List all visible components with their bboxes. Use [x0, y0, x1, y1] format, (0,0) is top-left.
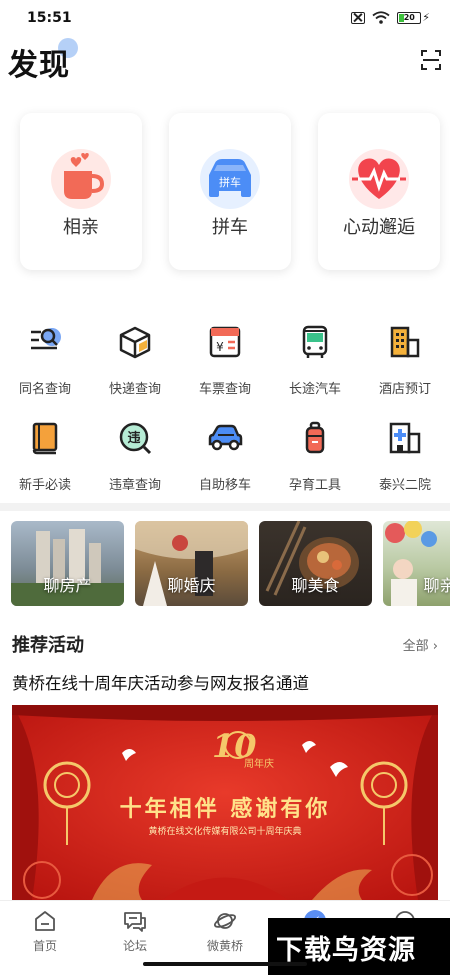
header: 发现: [0, 38, 450, 88]
wifi-icon: [372, 11, 390, 24]
tab-label: 微黄桥: [206, 939, 243, 953]
page-title: 发现: [8, 48, 70, 83]
topic-label: 聊亲: [423, 576, 450, 595]
service-baby-tools[interactable]: 孕育工具: [270, 414, 360, 494]
service-name-search[interactable]: 同名查询: [0, 318, 90, 398]
hospital-icon: [389, 422, 421, 454]
anniversary-logo: 10 周年庆: [208, 719, 274, 783]
book-icon: [32, 422, 58, 455]
feature-card-dating[interactable]: 相亲: [20, 113, 142, 270]
status-icons: 20 ⚡: [351, 11, 430, 24]
recommend-section-header: 推荐活动 全部 ›: [0, 625, 450, 661]
service-label: 违章查询: [108, 478, 161, 493]
service-hospital[interactable]: 泰兴二院: [360, 414, 450, 494]
tab-forum[interactable]: 论坛: [90, 901, 180, 961]
topic-label: 聊美食: [291, 576, 340, 595]
view-all-link[interactable]: 全部 ›: [403, 635, 438, 654]
service-express[interactable]: 快递查询: [90, 318, 180, 398]
anniversary-text: 周年庆: [244, 759, 274, 770]
charging-icon: ⚡: [422, 11, 430, 24]
package-icon: [119, 326, 151, 359]
topic-cards: 聊房产 聊婚庆 聊美食 聊亲: [0, 521, 450, 607]
service-move-car[interactable]: 自助移车: [180, 414, 270, 494]
topic-card-dating[interactable]: 聊亲: [383, 521, 450, 606]
topic-card-real-estate[interactable]: 聊房产: [11, 521, 124, 606]
forum-icon: [124, 912, 146, 932]
section-divider: [0, 503, 450, 511]
tab-label: 论坛: [122, 939, 147, 953]
section-title: 推荐活动: [12, 635, 84, 656]
topic-label: 聊婚庆: [167, 576, 216, 595]
service-label: 酒店预订: [378, 382, 431, 397]
svg-text:¥: ¥: [216, 340, 224, 354]
baby-bottle-icon: [305, 421, 325, 454]
topic-card-wedding[interactable]: 聊婚庆: [135, 521, 248, 606]
bus-icon: [302, 325, 328, 358]
battery-indicator: 20 ⚡: [397, 11, 430, 24]
feature-label: 相亲: [63, 217, 99, 238]
service-violation[interactable]: 违 违章查询: [90, 414, 180, 494]
hotel-icon: [390, 326, 420, 358]
watermark: 下载鸟资源: [268, 918, 450, 975]
status-bar: 15:51 20 ⚡: [0, 0, 450, 38]
service-label: 长途汽车: [288, 382, 341, 397]
name-search-icon: [31, 328, 61, 350]
feature-label: 拼车: [212, 217, 248, 238]
car-icon: [208, 424, 243, 451]
planet-icon: [213, 913, 237, 929]
activity-title[interactable]: 黄桥在线十周年庆活动参与网友报名通道: [12, 670, 309, 694]
heartbeat-icon: [349, 149, 409, 209]
service-label: 孕育工具: [288, 478, 341, 493]
service-label: 同名查询: [18, 382, 71, 397]
service-guide[interactable]: 新手必读: [0, 414, 90, 494]
feature-label: 心动邂逅: [343, 217, 415, 238]
service-label: 自助移车: [198, 478, 251, 493]
feature-card-encounter[interactable]: 心动邂逅: [318, 113, 440, 270]
banner-headline: 十年相伴 感谢有你: [119, 797, 331, 822]
tab-home[interactable]: 首页: [0, 901, 90, 961]
service-label: 车票查询: [198, 382, 251, 397]
feature-card-carpool[interactable]: 拼车 拼车: [169, 113, 291, 270]
banner-subtitle: 黄桥在线文化传媒有限公司十周年庆典: [148, 827, 302, 837]
status-time: 15:51: [27, 10, 72, 26]
tab-label: 首页: [32, 939, 57, 953]
topic-card-food[interactable]: 聊美食: [259, 521, 372, 606]
scan-icon[interactable]: [420, 49, 442, 71]
no-sim-icon: [351, 11, 366, 24]
svg-text:拼车: 拼车: [219, 175, 241, 189]
violation-icon: 违: [119, 422, 152, 455]
activity-banner[interactable]: 10 周年庆 十年相伴 感谢有你 黄桥在线文化传媒有限公司十周年庆典: [12, 705, 438, 900]
coffee-cup-hearts-icon: [51, 149, 111, 209]
carpool-car-icon: 拼车: [200, 149, 260, 209]
ticket-icon: ¥: [209, 326, 241, 358]
topic-label: 聊房产: [43, 576, 92, 595]
service-hotel[interactable]: 酒店预订: [360, 318, 450, 398]
featured-cards: 相亲 拼车 拼车 心动邂逅: [20, 113, 440, 271]
home-icon: [35, 911, 55, 931]
service-label: 快递查询: [108, 382, 161, 397]
chevron-right-icon: ›: [428, 639, 438, 654]
service-label: 新手必读: [18, 478, 71, 493]
service-bus[interactable]: 长途汽车: [270, 318, 360, 398]
service-ticket[interactable]: ¥ 车票查询: [180, 318, 270, 398]
home-indicator[interactable]: [143, 962, 307, 966]
service-label: 泰兴二院: [378, 478, 431, 493]
svg-text:违: 违: [127, 430, 140, 446]
tab-weihuangqiao[interactable]: 微黄桥: [180, 901, 270, 961]
